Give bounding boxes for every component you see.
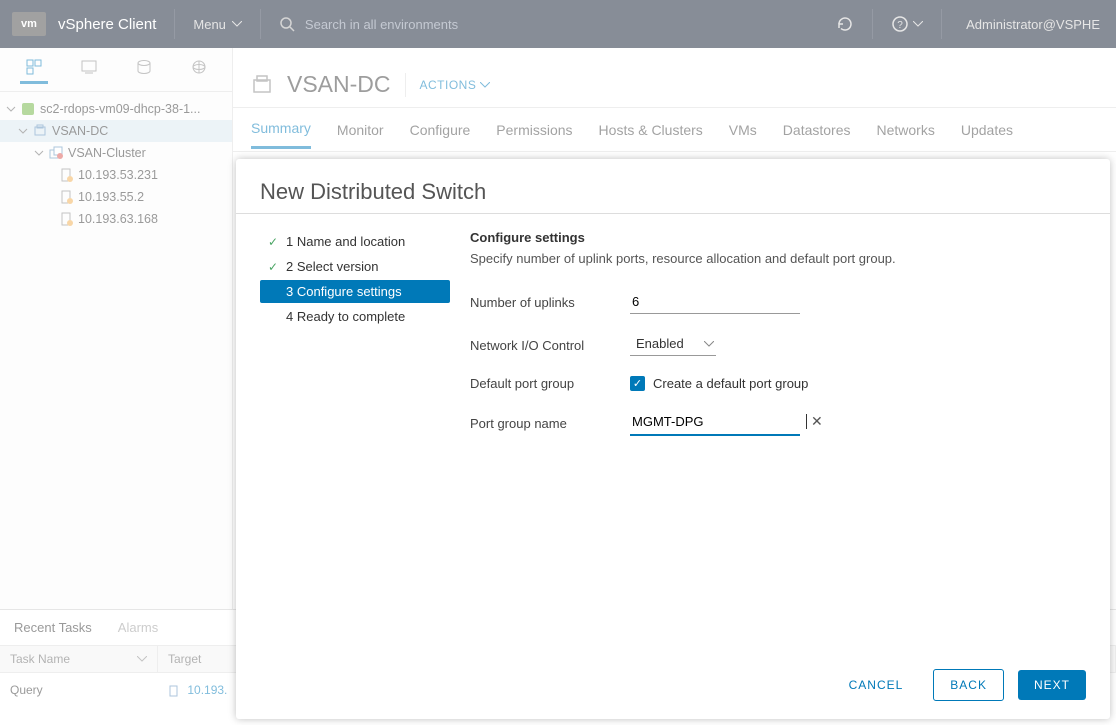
clear-input-button[interactable]: ✕ bbox=[807, 413, 827, 430]
step-2-select-version[interactable]: ✓2 Select version bbox=[260, 255, 450, 278]
dialog-footer: CANCEL BACK NEXT bbox=[236, 655, 1110, 719]
step-3-configure-settings[interactable]: •3 Configure settings bbox=[260, 280, 450, 303]
nioc-value: Enabled bbox=[636, 336, 684, 351]
cancel-button[interactable]: CANCEL bbox=[833, 670, 920, 700]
step-4-ready-complete[interactable]: •4 Ready to complete bbox=[260, 305, 450, 328]
next-button[interactable]: NEXT bbox=[1018, 670, 1086, 700]
port-group-name-label: Port group name bbox=[470, 416, 630, 431]
chevron-down-icon bbox=[704, 341, 714, 347]
uplinks-label: Number of uplinks bbox=[470, 295, 630, 310]
section-title: Configure settings bbox=[470, 230, 1086, 245]
step-1-name-location[interactable]: ✓1 Name and location bbox=[260, 230, 450, 253]
wizard-content: Configure settings Specify number of upl… bbox=[470, 230, 1086, 639]
uplinks-input[interactable] bbox=[630, 290, 800, 314]
check-icon: ✓ bbox=[268, 235, 280, 249]
back-button[interactable]: BACK bbox=[933, 669, 1004, 701]
create-default-pg-checkbox[interactable]: ✓ bbox=[630, 376, 645, 391]
check-icon: ✓ bbox=[268, 260, 280, 274]
default-pg-label: Default port group bbox=[470, 376, 630, 391]
wizard-steps: ✓1 Name and location ✓2 Select version •… bbox=[260, 230, 450, 639]
nioc-label: Network I/O Control bbox=[470, 338, 630, 353]
port-group-name-input[interactable] bbox=[632, 414, 808, 429]
nioc-select[interactable]: Enabled bbox=[630, 334, 716, 356]
dialog-title: New Distributed Switch bbox=[260, 179, 1086, 205]
wizard-dialog: New Distributed Switch ✓1 Name and locat… bbox=[236, 159, 1110, 719]
create-default-pg-text: Create a default port group bbox=[653, 376, 808, 391]
section-description: Specify number of uplink ports, resource… bbox=[470, 251, 1086, 266]
